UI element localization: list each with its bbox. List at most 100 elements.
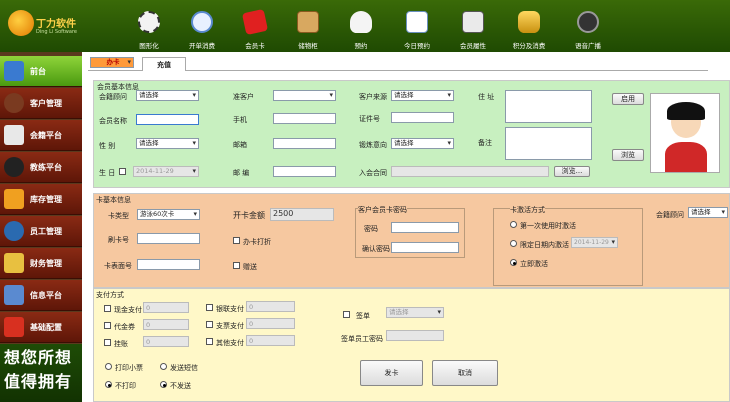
no-send-radio[interactable]: [160, 381, 167, 388]
address-label: 住 址: [478, 93, 495, 101]
card-face-input[interactable]: [137, 259, 200, 270]
member-name-input[interactable]: [136, 114, 199, 125]
confirm-password-input[interactable]: [391, 242, 459, 253]
cancel-button[interactable]: 取消: [432, 360, 498, 386]
birthday-date-picker[interactable]: 2014-11-29: [133, 166, 199, 177]
other-pay-input[interactable]: 0: [246, 335, 295, 346]
card-face-label: 卡表面号: [104, 262, 132, 270]
sidebar-item-membership[interactable]: 会籍平台: [0, 120, 82, 151]
coupon-input[interactable]: 0: [143, 319, 189, 330]
contract-path-input[interactable]: [391, 166, 549, 177]
nav-locker[interactable]: 储物柜: [278, 0, 338, 52]
nav-label: 预约: [354, 42, 368, 50]
consultant-label: 会籍顾问: [99, 93, 127, 101]
contract-browse-button[interactable]: 浏览...: [554, 166, 590, 177]
birthday-label: 生 日: [99, 169, 116, 177]
gift-checkbox[interactable]: [233, 262, 240, 269]
check-pay-input[interactable]: 0: [246, 318, 295, 329]
money-icon: [4, 253, 24, 273]
nav-broadcast[interactable]: 语音广播: [558, 0, 618, 52]
card-no-input[interactable]: [137, 233, 200, 244]
activation-first-radio[interactable]: [510, 221, 517, 228]
sign-staff-password-input[interactable]: [386, 330, 444, 341]
gift-label: 赠送: [243, 263, 257, 271]
amount-label: 开卡金额: [233, 211, 265, 220]
exercise-label: 锻炼意向: [359, 141, 387, 149]
password-group-title: 客户会员卡密码: [358, 205, 407, 215]
slogan-line: 想您所想: [4, 348, 73, 367]
activation-date-radio[interactable]: [510, 240, 517, 247]
nav-points[interactable]: 积分及消费: [499, 0, 559, 52]
card-type-select[interactable]: 游泳60次卡: [137, 209, 200, 220]
avatar-shirt-icon: [665, 142, 707, 172]
bank-input[interactable]: 0: [246, 301, 295, 312]
coach-icon: [4, 157, 24, 177]
card-consultant-select[interactable]: 请选择: [688, 207, 728, 218]
sidebar-item-finance[interactable]: 财务管理: [0, 248, 82, 279]
bank-checkbox[interactable]: [206, 304, 213, 311]
sidebar-item-front-desk[interactable]: 前台: [0, 56, 82, 87]
phone-input[interactable]: [273, 113, 336, 124]
nav-reservation[interactable]: 预约: [331, 0, 391, 52]
sidebar-item-settings[interactable]: 基础配置: [0, 312, 82, 343]
tab-recharge[interactable]: 充值: [142, 57, 186, 71]
sign-select[interactable]: 请选择: [386, 307, 444, 318]
check-pay-checkbox[interactable]: [206, 321, 213, 328]
gender-select[interactable]: 请选择: [136, 138, 199, 149]
exercise-select[interactable]: 请选择: [391, 138, 454, 149]
sign-checkbox[interactable]: [343, 311, 350, 318]
nav-graphical[interactable]: 图形化: [119, 0, 179, 52]
send-sms-radio[interactable]: [160, 363, 167, 370]
print-radio[interactable]: [105, 363, 112, 370]
id-number-input[interactable]: [391, 112, 454, 123]
confirm-password-label: 确认密码: [362, 245, 390, 253]
no-print-radio[interactable]: [105, 381, 112, 388]
remark-textarea[interactable]: [505, 127, 592, 160]
logo-mark-icon: [8, 10, 34, 36]
nav-billing[interactable]: 开单消费: [172, 0, 232, 52]
sidebar-item-inventory[interactable]: 库存管理: [0, 184, 82, 215]
prospect-select[interactable]: [273, 90, 336, 101]
password-input[interactable]: [391, 222, 459, 233]
amount-input[interactable]: 2500: [270, 208, 334, 221]
coupon-checkbox[interactable]: [104, 322, 111, 329]
satellite-icon: [577, 11, 599, 33]
no-send-label: 不发送: [170, 382, 191, 390]
email-input[interactable]: [273, 138, 336, 149]
postcode-input[interactable]: [273, 166, 336, 177]
nav-label: 储物柜: [298, 42, 318, 50]
magnifier-icon: [191, 11, 213, 33]
section-title: 支付方式: [96, 291, 124, 299]
sidebar-item-customers[interactable]: 客户管理: [0, 88, 82, 119]
other-pay-label: 其他支付: [216, 339, 244, 347]
sidebar-item-info[interactable]: 信息平台: [0, 280, 82, 311]
card-consultant-label: 会籍顾问: [656, 211, 684, 219]
source-select[interactable]: 请选择: [391, 90, 454, 101]
activation-now-radio[interactable]: [510, 259, 517, 266]
birthday-checkbox[interactable]: [119, 168, 126, 175]
box-icon: [297, 11, 319, 33]
cash-input[interactable]: 0: [143, 302, 189, 313]
nav-member-history[interactable]: 会员履性: [443, 0, 503, 52]
nav-today-reservation[interactable]: 今日预约: [387, 0, 447, 52]
staff-icon: [4, 221, 24, 241]
submit-card-button[interactable]: 发卡: [360, 360, 423, 386]
send-sms-label: 发送短信: [170, 364, 198, 372]
cash-checkbox[interactable]: [104, 305, 111, 312]
discount-checkbox[interactable]: [233, 237, 240, 244]
activation-first-label: 第一次使用时激活: [520, 222, 576, 230]
discount-label: 办卡打折: [243, 238, 271, 246]
consultant-select[interactable]: 请选择: [136, 90, 199, 101]
enable-button[interactable]: 启用: [612, 93, 644, 105]
sidebar-item-staff[interactable]: 员工管理: [0, 216, 82, 247]
installment-input[interactable]: 0: [143, 336, 189, 347]
address-textarea[interactable]: [505, 90, 592, 123]
tab-open-card[interactable]: 办卡: [90, 57, 134, 68]
installment-checkbox[interactable]: [104, 339, 111, 346]
sidebar-item-coach[interactable]: 教练平台: [0, 152, 82, 183]
nav-member-card[interactable]: 会员卡: [225, 0, 285, 52]
browse-photo-button[interactable]: 浏览: [612, 149, 644, 161]
other-pay-checkbox[interactable]: [206, 338, 213, 345]
sidebar-item-label: 财务管理: [30, 259, 62, 268]
activation-date-picker[interactable]: 2014-11-29: [571, 237, 618, 248]
